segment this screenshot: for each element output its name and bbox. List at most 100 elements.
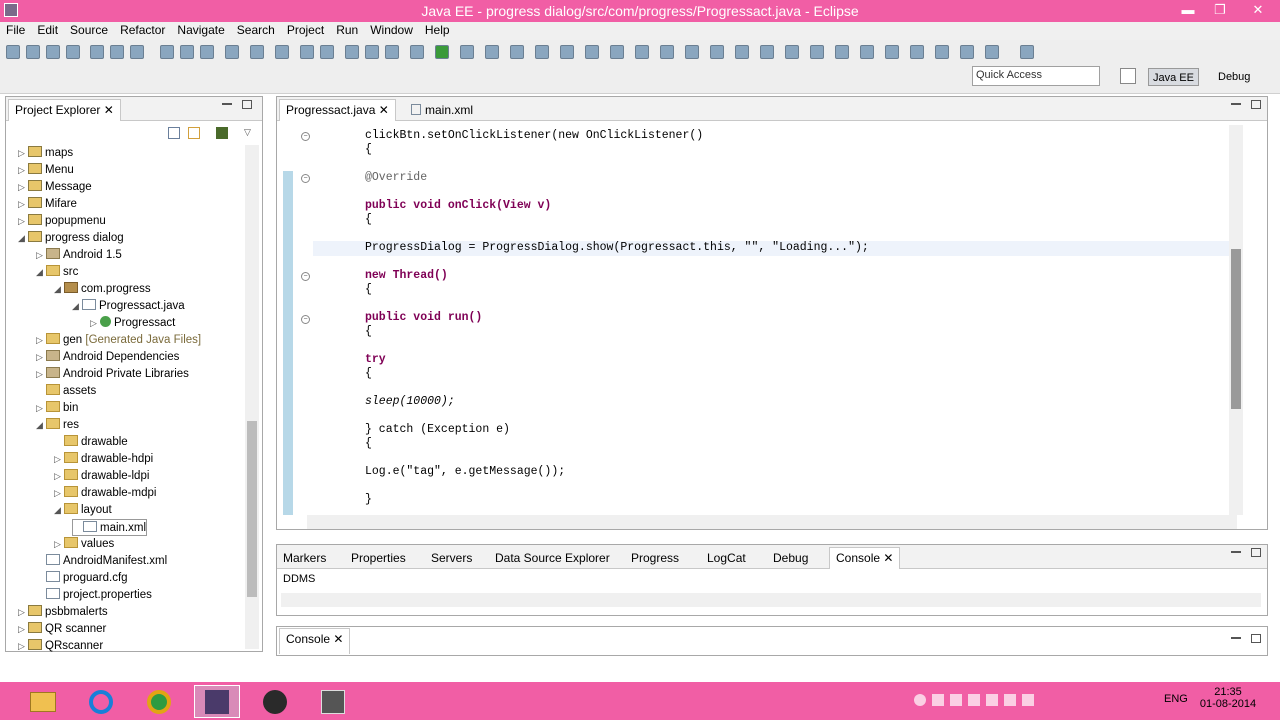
tab-main-xml[interactable]: main.xml <box>411 103 473 117</box>
stop-icon[interactable] <box>300 45 314 59</box>
step-over-icon[interactable] <box>365 45 379 59</box>
perspective-debug-button[interactable]: Debug <box>1214 68 1254 86</box>
menu-project[interactable]: Project <box>281 22 330 37</box>
step-into-icon[interactable] <box>345 45 359 59</box>
tab-progress[interactable]: Progress <box>631 549 679 567</box>
tree-item-progress-dialog[interactable]: ◢ progress dialog <box>18 230 124 247</box>
collapse-icon[interactable]: ◢ <box>54 502 64 519</box>
toggle-mark-icon[interactable] <box>760 45 774 59</box>
tree-item-gen[interactable]: ▷ gen [Generated Java Files] <box>36 332 201 349</box>
menu-file[interactable]: File <box>0 22 31 37</box>
next-icon[interactable] <box>985 45 999 59</box>
tab-console-2[interactable]: Console ✕ <box>279 628 351 654</box>
build-icon[interactable] <box>90 45 104 59</box>
external-tools-icon[interactable] <box>460 45 474 59</box>
tree-item-com-progress[interactable]: ◢ com.progress <box>54 281 151 298</box>
tree-item-res[interactable]: ◢ res <box>36 417 79 434</box>
expand-icon[interactable]: ▷ <box>54 468 64 485</box>
show-whitespace-icon[interactable] <box>785 45 799 59</box>
next-annotation-icon[interactable] <box>710 45 724 59</box>
collapse-icon[interactable]: ◢ <box>36 417 46 434</box>
prev-annotation-icon[interactable] <box>735 45 749 59</box>
view-menu-icon[interactable]: ▽ <box>244 127 251 138</box>
back-icon[interactable] <box>910 45 924 59</box>
recorder-icon[interactable] <box>310 685 356 718</box>
fold-icon[interactable]: − <box>301 174 310 183</box>
disconnect-icon[interactable] <box>320 45 334 59</box>
maximize-icon[interactable] <box>242 100 252 109</box>
menu-search[interactable]: Search <box>231 22 281 37</box>
expand-icon[interactable]: ▷ <box>18 604 28 621</box>
tree-item-assets[interactable]: assets <box>36 383 96 400</box>
new-web-icon[interactable] <box>510 45 524 59</box>
collapse-icon[interactable]: ◢ <box>72 298 82 315</box>
expand-icon[interactable]: ▷ <box>36 247 46 264</box>
minimize-icon[interactable] <box>1231 637 1241 639</box>
menu-edit[interactable]: Edit <box>31 22 64 37</box>
expand-icon[interactable]: ▷ <box>90 315 100 332</box>
editor-scrollbar-thumb[interactable] <box>1231 249 1241 409</box>
server-icon[interactable] <box>180 45 194 59</box>
expand-icon[interactable]: ▷ <box>54 451 64 468</box>
new-server-icon[interactable] <box>485 45 499 59</box>
code-line[interactable]: public void onClick(View v) <box>365 199 551 212</box>
menu-window[interactable]: Window <box>364 22 419 37</box>
quick-access-input[interactable]: Quick Access <box>972 66 1100 86</box>
tree-item-main-xml[interactable]: main.xml <box>72 519 148 536</box>
tab-servers[interactable]: Servers <box>431 549 472 567</box>
tree-item-drawable-mdpi[interactable]: ▷ drawable-mdpi <box>54 485 156 502</box>
expand-icon[interactable]: ▷ <box>18 196 28 213</box>
tab-markers[interactable]: Markers <box>283 549 326 567</box>
browser-icon[interactable] <box>200 45 214 59</box>
search-icon[interactable] <box>660 45 674 59</box>
expand-icon[interactable]: ▷ <box>18 213 28 230</box>
menu-run[interactable]: Run <box>330 22 364 37</box>
close-icon[interactable]: ✕ <box>379 103 389 117</box>
save-icon[interactable] <box>26 45 40 59</box>
menu-refactor[interactable]: Refactor <box>114 22 171 37</box>
expand-icon[interactable]: ▷ <box>18 145 28 162</box>
collapse-icon[interactable]: ◢ <box>54 281 64 298</box>
new-icon[interactable] <box>6 45 20 59</box>
tab-logcat[interactable]: LogCat <box>707 549 746 567</box>
tree-item-project-properties[interactable]: project.properties <box>36 587 152 604</box>
tree-item-android-1-5[interactable]: ▷ Android 1.5 <box>36 247 122 264</box>
code-line[interactable]: { <box>365 367 372 380</box>
tab-progressact-java[interactable]: Progressact.java ✕ <box>279 99 396 121</box>
minimize-icon[interactable] <box>1231 551 1241 553</box>
print-icon[interactable] <box>66 45 80 59</box>
expand-icon[interactable]: ▷ <box>36 400 46 417</box>
code-line[interactable]: sleep(10000); <box>365 395 455 408</box>
minimize-button[interactable]: ▬ <box>1174 0 1202 20</box>
system-tray-icons[interactable] <box>914 694 1054 708</box>
open-task-icon[interactable] <box>635 45 649 59</box>
new-class-icon[interactable] <box>560 45 574 59</box>
menu-navigate[interactable]: Navigate <box>171 22 230 37</box>
collapse-all-icon[interactable] <box>168 127 180 139</box>
refresh-icon[interactable] <box>225 45 239 59</box>
tree-item-layout[interactable]: ◢ layout <box>54 502 112 519</box>
expand-icon[interactable]: ▷ <box>36 366 46 383</box>
terminate-icon[interactable] <box>250 45 264 59</box>
editor-horizontal-scrollbar[interactable] <box>307 515 1237 529</box>
tab-properties[interactable]: Properties <box>351 549 406 567</box>
eclipse-taskbar-icon[interactable] <box>194 685 240 718</box>
maximize-icon[interactable] <box>1251 100 1261 109</box>
tree-item-proguard[interactable]: proguard.cfg <box>36 570 128 587</box>
code-line[interactable]: { <box>365 283 372 296</box>
tree-item-bin[interactable]: ▷ bin <box>36 400 78 417</box>
expand-icon[interactable]: ▷ <box>36 349 46 366</box>
close-icon[interactable]: ✕ <box>333 632 343 646</box>
minimize-icon[interactable] <box>1231 103 1241 105</box>
minimize-icon[interactable] <box>222 103 232 105</box>
tab-data-source-explorer[interactable]: Data Source Explorer <box>495 549 610 567</box>
tree-item-progressact-java[interactable]: ◢ Progressact.java <box>72 298 185 315</box>
clock[interactable]: 21:35 01-08-2014 <box>1198 686 1258 710</box>
editor-vertical-scrollbar[interactable] <box>1229 125 1243 515</box>
code-line[interactable]: { <box>365 213 372 226</box>
word-wrap-icon[interactable] <box>835 45 849 59</box>
tree-item-qr-scanner[interactable]: ▷ QR scanner <box>18 621 106 638</box>
debug-icon[interactable] <box>410 45 424 59</box>
chrome-icon[interactable] <box>136 685 182 718</box>
link-editor-icon[interactable] <box>188 127 200 139</box>
